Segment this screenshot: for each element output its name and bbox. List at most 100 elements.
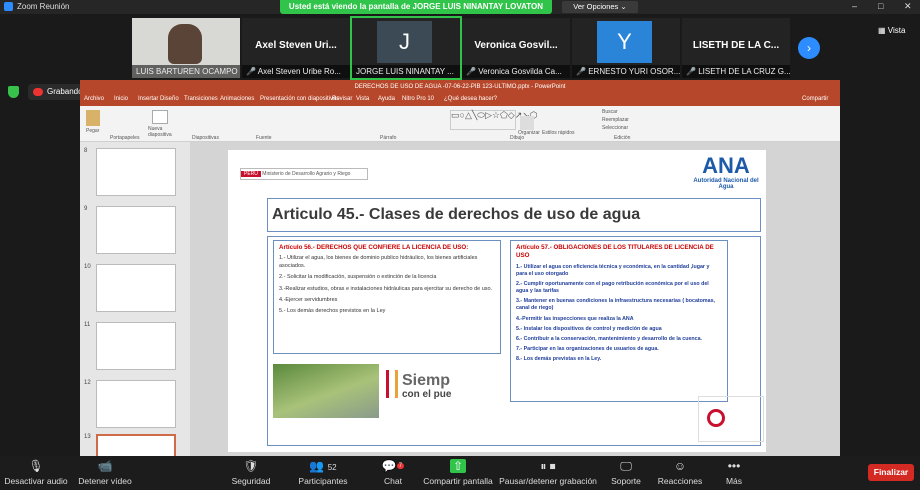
smiley-icon: ☺ bbox=[673, 459, 687, 473]
participant-tile[interactable]: LUIS BARTUREN OCAMPO bbox=[132, 18, 240, 78]
obligation-item: 3.- Mantener en buenas condiciones la in… bbox=[516, 298, 715, 312]
tab-diseno[interactable]: Diseño bbox=[160, 96, 179, 102]
participant-tile[interactable]: Axel Steven Uri... 🎤 Axel Steven Uribe R… bbox=[242, 18, 350, 78]
slides-group-label: Diapositivas bbox=[192, 135, 219, 141]
tab-inicio[interactable]: Inicio bbox=[114, 96, 128, 102]
tab-presentacion[interactable]: Presentación con diapositivas bbox=[260, 96, 339, 102]
participant-tile[interactable]: Veronica Gosvil... 🎤 Veronica Gosvilda C… bbox=[462, 18, 570, 78]
share-screen-label: Compartir pantalla bbox=[423, 476, 493, 486]
participant-label-text: Veronica Gosvilda Ca... bbox=[478, 67, 562, 76]
maximize-icon[interactable]: □ bbox=[878, 1, 883, 11]
participant-label: 🎤 Axel Steven Uribe Ro... bbox=[242, 65, 350, 78]
minimize-icon[interactable]: – bbox=[852, 1, 857, 11]
mic-muted-icon: 🎤 bbox=[246, 67, 256, 76]
tab-revisar[interactable]: Revisar bbox=[332, 96, 352, 102]
pause-recording-button[interactable]: ⏸ ⏹ Pausar/detener grabación bbox=[498, 456, 598, 490]
participant-label-text: LISETH DE LA CRUZ G... bbox=[698, 67, 790, 76]
current-slide: PERÚ Ministerio de Desarrollo Agrario y … bbox=[228, 150, 766, 452]
clipboard-group-label: Portapapeles bbox=[110, 135, 140, 141]
ana-logo-text: ANA bbox=[702, 153, 750, 178]
participants-button[interactable]: 👥 52 Participantes bbox=[292, 456, 354, 490]
water-tap-photo bbox=[273, 364, 379, 418]
tab-archivo[interactable]: Archivo bbox=[84, 96, 104, 102]
license-right-item: 4.-Ejercer servidumbres bbox=[279, 297, 338, 304]
pause-recording-label: Pausar/detener grabación bbox=[499, 476, 597, 486]
participant-label: 🎤 ERNESTO YURI OSOR... bbox=[572, 65, 680, 78]
slide-title: Articulo 45.- Clases de derechos de uso … bbox=[267, 198, 761, 232]
slide-number: 9 bbox=[84, 206, 88, 212]
obligation-item: 6.- Contribuir a la conservación, manten… bbox=[516, 335, 703, 342]
find-button[interactable]: Buscar bbox=[602, 109, 618, 115]
license-right-item: 2.- Solicitar la modificación, suspensió… bbox=[279, 274, 437, 281]
slide-thumbnail[interactable] bbox=[96, 206, 176, 254]
participant-tile-active[interactable]: J JORGE LUIS NINANTAY ... bbox=[350, 16, 462, 80]
tab-ayuda[interactable]: Ayuda bbox=[378, 96, 395, 102]
ana-logo-subtitle: Autoridad Nacional del Agua bbox=[693, 178, 759, 190]
paste-label: Pegar bbox=[86, 128, 100, 134]
siempre-line2: con el pue bbox=[402, 389, 452, 400]
arrange-icon[interactable] bbox=[520, 116, 534, 130]
next-page-arrow-icon[interactable]: › bbox=[798, 37, 820, 59]
participants-label: Participantes bbox=[298, 476, 348, 486]
obligation-item: 5.- Instalar los dispositivos de control… bbox=[516, 325, 662, 332]
stop-video-button[interactable]: 📹 Detener vídeo bbox=[76, 456, 134, 490]
chat-button[interactable]: 💬 7 Chat bbox=[372, 456, 414, 490]
tab-transiciones[interactable]: Transiciones bbox=[184, 96, 218, 102]
siempre-line1: Siemp bbox=[402, 372, 451, 389]
tab-vista[interactable]: Vista bbox=[356, 96, 369, 102]
tell-me-box[interactable]: ¿Qué desea hacer? bbox=[444, 96, 497, 102]
mute-audio-button[interactable]: 🎙 Desactivar audio bbox=[4, 456, 68, 490]
recording-icon bbox=[33, 88, 43, 96]
shapes-gallery[interactable]: ▭○△╲⬭▷☆⬠◇↗↘⬡ bbox=[450, 110, 538, 130]
participant-name: LISETH DE LA C... bbox=[692, 40, 780, 51]
tab-nitro[interactable]: Nitro Pro 10 bbox=[402, 96, 434, 102]
more-button[interactable]: ••• Más bbox=[716, 456, 752, 490]
bicentenario-logo bbox=[698, 396, 764, 442]
support-screen-icon: 🖵 bbox=[620, 459, 632, 473]
grid-icon: ▦ bbox=[878, 26, 886, 35]
tab-insertar[interactable]: Insertar bbox=[138, 96, 158, 102]
participant-tile[interactable]: Y 🎤 ERNESTO YURI OSOR... bbox=[572, 18, 680, 78]
slide-thumbnail[interactable] bbox=[96, 380, 176, 428]
slide-thumbnail[interactable] bbox=[96, 148, 176, 196]
select-button[interactable]: Seleccionar bbox=[602, 125, 628, 131]
slide-thumbnail[interactable] bbox=[96, 322, 176, 370]
more-label: Más bbox=[725, 476, 743, 486]
support-button[interactable]: 🖵 Soporte bbox=[604, 456, 648, 490]
gallery-view-button[interactable]: ▦ Vista bbox=[878, 26, 905, 35]
slide-thumbnail-selected[interactable] bbox=[96, 434, 176, 456]
new-slide-icon[interactable] bbox=[152, 110, 168, 124]
share-screen-button[interactable]: ⇧ Compartir pantalla bbox=[420, 456, 496, 490]
slide-thumbnails-panel: 8 9 10 11 12 13 bbox=[80, 142, 190, 456]
pause-stop-icon: ⏸ ⏹ bbox=[540, 459, 556, 473]
person-silhouette bbox=[168, 24, 202, 64]
view-options-button[interactable]: Ver Opciones ⌄ bbox=[562, 1, 638, 13]
ministry-logo: PERÚ Ministerio de Desarrollo Agrario y … bbox=[240, 168, 368, 180]
more-dots-icon: ••• bbox=[727, 459, 741, 473]
close-icon[interactable]: ✕ bbox=[904, 1, 912, 12]
drawing-group-label: Dibujo bbox=[510, 135, 525, 141]
paste-icon[interactable] bbox=[86, 110, 100, 126]
share-screen-icon: ⇧ bbox=[420, 456, 496, 476]
mic-muted-icon: 🎤 bbox=[576, 67, 586, 76]
reactions-label: Reacciones bbox=[657, 476, 703, 486]
replace-button[interactable]: Reemplazar bbox=[602, 117, 629, 123]
quick-styles-label: Estilos rápidos bbox=[542, 130, 575, 136]
participant-label: 🎤 Veronica Gosvilda Ca... bbox=[462, 65, 570, 78]
mute-audio-label: Desactivar audio bbox=[4, 476, 68, 486]
slide-thumbnail[interactable] bbox=[96, 264, 176, 312]
ministry-text: Ministerio de Desarrollo Agrario y Riego bbox=[262, 171, 351, 177]
participant-gallery: LUIS BARTUREN OCAMPO Axel Steven Uri... … bbox=[0, 14, 920, 80]
font-group-label: Fuente bbox=[256, 135, 272, 141]
editing-group-label: Edición bbox=[614, 135, 631, 141]
participant-name: Veronica Gosvil... bbox=[474, 40, 558, 51]
tab-animaciones[interactable]: Animaciones bbox=[220, 96, 254, 102]
security-button[interactable]: 🛡 Seguridad bbox=[226, 456, 276, 490]
reactions-button[interactable]: ☺ Reacciones bbox=[654, 456, 706, 490]
share-button[interactable]: Compartir bbox=[802, 96, 828, 102]
participant-label: LUIS BARTUREN OCAMPO bbox=[132, 65, 240, 78]
chat-label: Chat bbox=[384, 476, 402, 486]
participant-tile[interactable]: LISETH DE LA C... 🎤 LISETH DE LA CRUZ G.… bbox=[682, 18, 790, 78]
support-label: Soporte bbox=[611, 476, 641, 486]
end-meeting-button[interactable]: Finalizar bbox=[868, 464, 914, 481]
